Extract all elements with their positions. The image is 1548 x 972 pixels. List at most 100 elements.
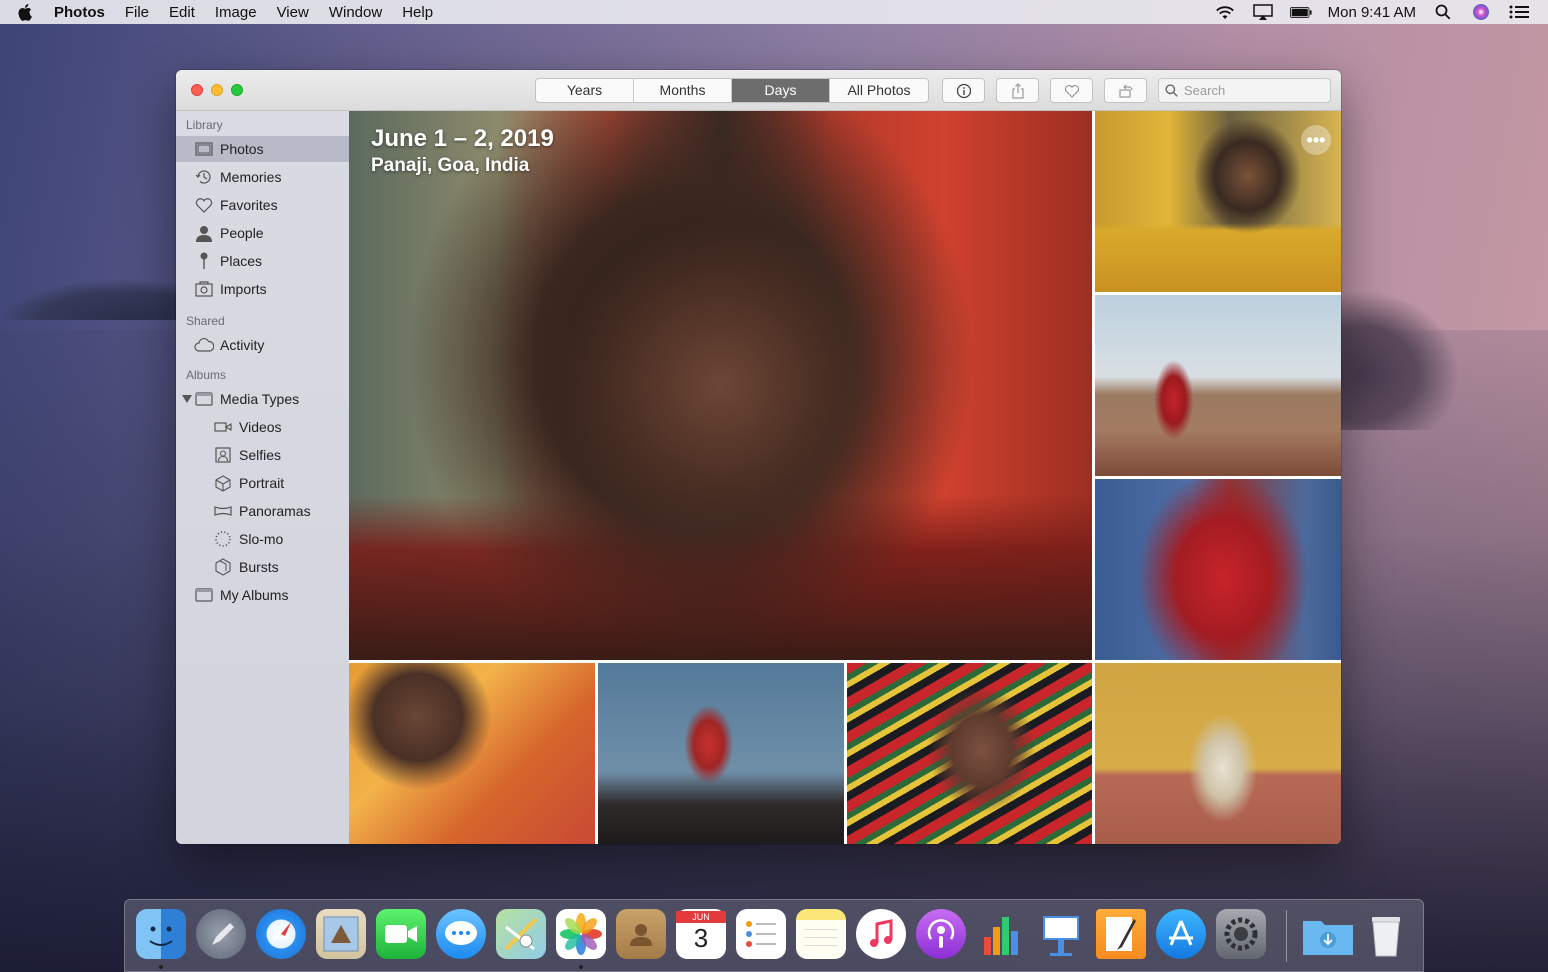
tab-years[interactable]: Years [536,79,634,102]
dock-photos-icon[interactable] [556,909,606,959]
clock[interactable]: Mon 9:41 AM [1328,4,1416,21]
dock-mail-icon[interactable] [316,909,366,959]
notification-center-icon[interactable] [1508,4,1530,20]
sidebar-item-label: Selfies [239,447,282,463]
apple-menu-icon[interactable] [18,3,34,21]
dock-notes-icon[interactable] [796,909,846,959]
sidebar-item-label: Memories [220,169,282,185]
airplay-icon[interactable] [1252,4,1274,20]
sidebar-item-imports[interactable]: Imports [176,276,349,302]
dock-safari-icon[interactable] [256,909,306,959]
close-button[interactable] [191,84,203,96]
tab-months[interactable]: Months [634,79,732,102]
photo-orange-shawl[interactable] [349,663,595,844]
sidebar-item-memories[interactable]: Memories [176,164,349,190]
menu-bar: Photos File Edit Image View Window Help … [0,0,1548,24]
photos-window: Years Months Days All Photos Library Pho… [176,70,1341,844]
battery-icon[interactable] [1289,4,1312,20]
dock-pages-icon[interactable] [1096,909,1146,959]
search-input[interactable] [1184,83,1324,98]
sidebar-item-label: Videos [239,419,282,435]
photo-courtyard[interactable] [1095,295,1341,476]
sidebar-item-places[interactable]: Places [176,248,349,274]
sidebar-item-selfies[interactable]: Selfies [176,442,349,468]
sidebar: Library Photos Memories Favorites People… [176,111,349,844]
dock: JUN 3 [124,899,1424,972]
menu-file[interactable]: File [125,4,149,21]
calendar-month: JUN [676,911,726,923]
sidebar-item-label: My Albums [220,587,289,603]
hero-photo[interactable]: June 1 – 2, 2019 Panaji, Goa, India [349,111,1092,660]
dock-trash-icon[interactable] [1361,909,1411,959]
dock-music-icon[interactable] [856,909,906,959]
location-subtitle: Panaji, Goa, India [371,155,530,176]
zoom-button[interactable] [231,84,243,96]
dock-podcasts-icon[interactable] [916,909,966,959]
sidebar-item-panoramas[interactable]: Panoramas [176,498,349,524]
photo-dancer-rocks[interactable] [598,663,844,844]
search-field[interactable] [1158,78,1331,103]
dock-calendar-icon[interactable]: JUN 3 [676,909,726,959]
dock-reminders-icon[interactable] [736,909,786,959]
sidebar-item-activity[interactable]: Activity [176,332,349,358]
sidebar-item-label: Panoramas [239,503,311,519]
dock-launchpad-icon[interactable] [196,909,246,959]
menu-image[interactable]: Image [215,4,257,21]
photo-grid: June 1 – 2, 2019 Panaji, Goa, India ••• [349,111,1341,844]
folder-icon [194,390,214,408]
tab-all-photos[interactable]: All Photos [830,79,928,102]
section-albums: Albums [186,368,227,382]
photo-man-yellow[interactable]: ••• [1095,111,1341,292]
spotlight-icon[interactable] [1432,4,1454,20]
tab-days[interactable]: Days [732,79,830,102]
wifi-icon[interactable] [1214,4,1236,20]
cloud-icon [194,336,214,354]
sidebar-item-people[interactable]: People [176,220,349,246]
dock-finder-icon[interactable] [136,909,186,959]
more-options-button[interactable]: ••• [1301,125,1331,155]
sidebar-item-videos[interactable]: Videos [176,414,349,440]
sidebar-item-label: Photos [220,141,264,157]
rotate-button[interactable] [1104,78,1147,103]
disclosure-triangle-icon[interactable] [182,394,192,404]
dock-numbers-icon[interactable] [976,909,1026,959]
dock-facetime-icon[interactable] [376,909,426,959]
sidebar-item-bursts[interactable]: Bursts [176,554,349,580]
video-icon [213,418,233,436]
selfie-icon [213,446,233,464]
dock-system-preferences-icon[interactable] [1216,909,1266,959]
title-bar: Years Months Days All Photos [176,70,1341,111]
rotate-icon [1118,84,1133,98]
dock-keynote-icon[interactable] [1036,909,1086,959]
menu-window[interactable]: Window [329,4,382,21]
sidebar-item-portrait[interactable]: Portrait [176,470,349,496]
info-button[interactable] [942,78,985,103]
dock-messages-icon[interactable] [436,909,486,959]
dock-maps-icon[interactable] [496,909,546,959]
sidebar-item-my-albums[interactable]: My Albums [176,582,349,608]
dock-downloads-icon[interactable] [1301,909,1353,959]
dock-running-indicator [579,965,583,969]
date-title: June 1 – 2, 2019 [371,125,554,152]
menu-edit[interactable]: Edit [169,4,195,21]
menu-help[interactable]: Help [402,4,433,21]
photo-red-scarf[interactable] [1095,479,1341,660]
sidebar-item-favorites[interactable]: Favorites [176,192,349,218]
minimize-button[interactable] [211,84,223,96]
section-shared: Shared [186,314,225,328]
photo-striped-cloth[interactable] [847,663,1092,844]
photo-dancer-yellow-wall[interactable] [1095,663,1341,844]
siri-icon[interactable] [1470,4,1492,20]
sidebar-item-photos[interactable]: Photos [176,136,349,162]
sidebar-item-slo-mo[interactable]: Slo-mo [176,526,349,552]
share-icon [1011,82,1024,99]
favorite-button[interactable] [1050,78,1093,103]
sidebar-item-label: Favorites [220,197,278,213]
dock-contacts-icon[interactable] [616,909,666,959]
share-button[interactable] [996,78,1039,103]
menu-app-name[interactable]: Photos [54,4,105,21]
menu-view[interactable]: View [277,4,309,21]
sidebar-item-media-types[interactable]: Media Types [176,386,349,412]
dock-app-store-icon[interactable] [1156,909,1206,959]
section-library: Library [186,118,223,132]
